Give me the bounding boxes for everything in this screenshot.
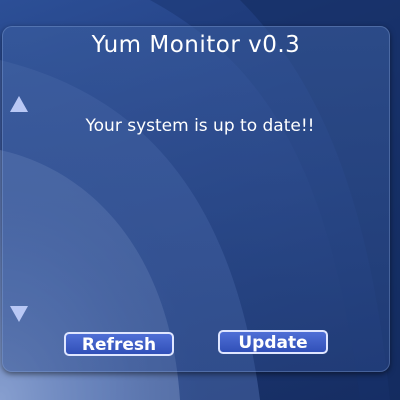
status-message: Your system is up to date!! — [85, 116, 315, 136]
yum-monitor-widget: Yum Monitor v0.3 — [2, 26, 390, 372]
triangle-down-icon[interactable] — [10, 306, 28, 322]
widget-title: Yum Monitor v0.3 — [91, 32, 301, 58]
triangle-up-icon[interactable] — [10, 96, 28, 112]
update-button[interactable]: Update — [218, 330, 328, 354]
desktop-background: Yum Monitor v0.3 Your system is up to da… — [0, 0, 400, 400]
refresh-button[interactable]: Refresh — [64, 332, 174, 356]
